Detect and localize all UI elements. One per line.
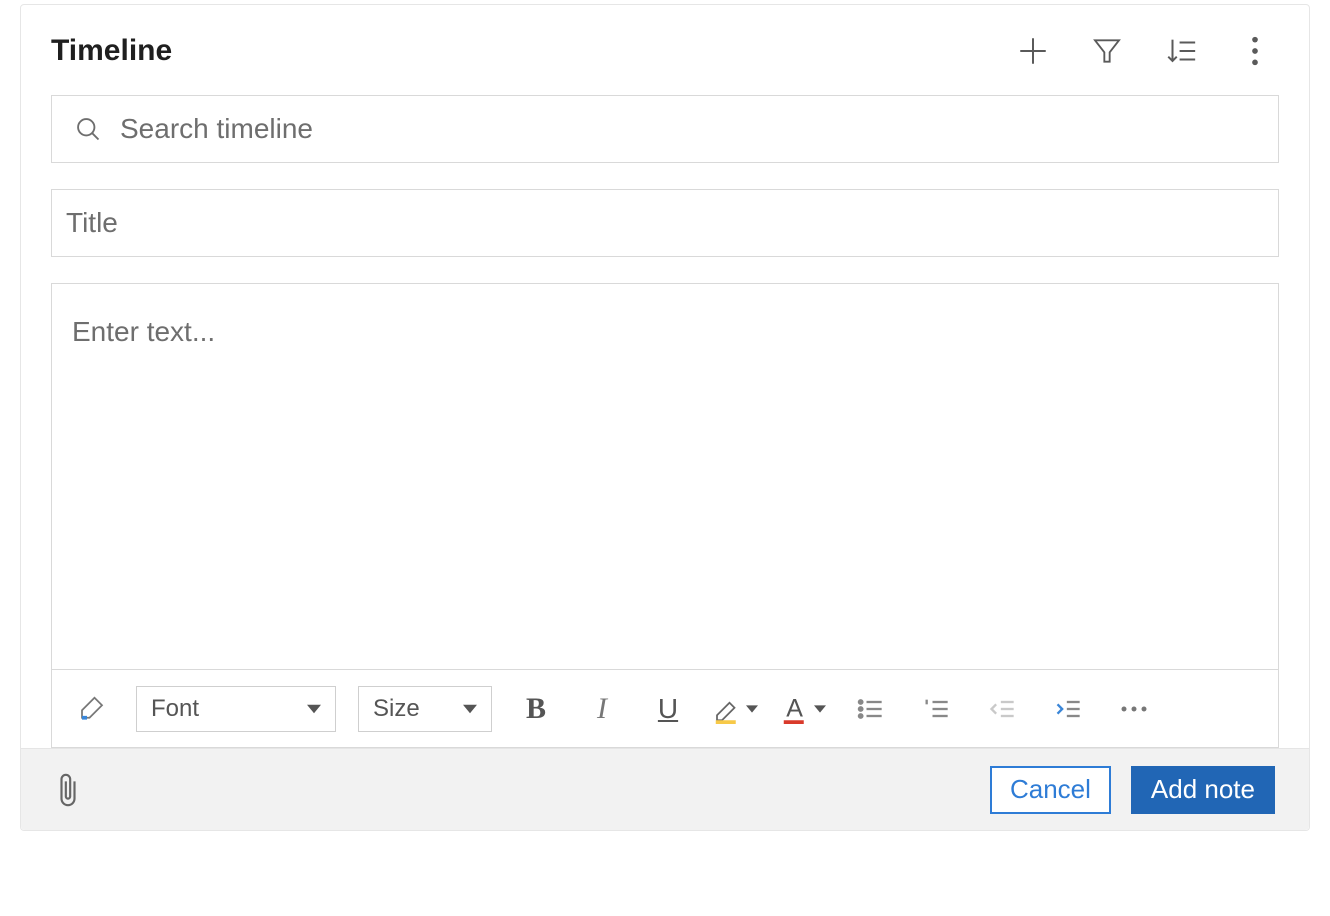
filter-button[interactable] bbox=[1089, 33, 1125, 69]
sort-lines-icon bbox=[1164, 34, 1198, 68]
font-select-label: Font bbox=[151, 695, 199, 723]
panel-header: Timeline bbox=[51, 33, 1279, 69]
note-body-input[interactable] bbox=[52, 284, 1278, 664]
attach-button[interactable] bbox=[55, 770, 81, 810]
caret-down-icon bbox=[307, 702, 321, 716]
font-color-icon: A bbox=[780, 694, 810, 724]
bold-button[interactable]: B bbox=[514, 687, 558, 731]
search-input[interactable] bbox=[120, 113, 1256, 145]
timeline-panel: Timeline bbox=[20, 4, 1310, 831]
svg-text:A: A bbox=[786, 694, 803, 722]
outdent-button[interactable] bbox=[980, 687, 1024, 731]
number-list-button[interactable] bbox=[914, 687, 958, 731]
outdent-icon bbox=[988, 695, 1016, 723]
indent-icon bbox=[1054, 695, 1082, 723]
size-select[interactable]: Size bbox=[358, 686, 492, 732]
bullet-list-icon bbox=[856, 695, 884, 723]
paperclip-icon bbox=[55, 770, 81, 810]
caret-down-icon bbox=[814, 703, 826, 715]
indent-button[interactable] bbox=[1046, 687, 1090, 731]
panel-title: Timeline bbox=[51, 34, 172, 68]
italic-button[interactable]: I bbox=[580, 687, 624, 731]
caret-down-icon bbox=[746, 703, 758, 715]
highlight-button[interactable] bbox=[712, 694, 758, 724]
caret-down-icon bbox=[463, 702, 477, 716]
plus-icon bbox=[1016, 34, 1050, 68]
number-list-icon bbox=[922, 695, 950, 723]
bullet-list-button[interactable] bbox=[848, 687, 892, 731]
underline-button[interactable]: U bbox=[646, 687, 690, 731]
format-painter-button[interactable] bbox=[70, 687, 114, 731]
note-footer: Cancel Add note bbox=[21, 748, 1309, 830]
bold-icon: B bbox=[526, 692, 546, 726]
sort-button[interactable] bbox=[1163, 33, 1199, 69]
search-icon bbox=[74, 115, 102, 143]
size-select-label: Size bbox=[373, 695, 420, 723]
header-actions bbox=[1015, 33, 1279, 69]
font-select[interactable]: Font bbox=[136, 686, 336, 732]
note-title-box[interactable] bbox=[51, 189, 1279, 257]
more-horizontal-icon bbox=[1119, 704, 1149, 714]
add-button[interactable] bbox=[1015, 33, 1051, 69]
format-toolbar: Font Size B I U bbox=[52, 669, 1278, 747]
add-note-button[interactable]: Add note bbox=[1131, 766, 1275, 814]
highlight-icon bbox=[712, 694, 742, 724]
note-editor: Font Size B I U bbox=[51, 283, 1279, 748]
more-vertical-icon bbox=[1250, 34, 1260, 68]
format-painter-icon bbox=[77, 694, 107, 724]
funnel-icon bbox=[1091, 35, 1123, 67]
more-actions-button[interactable] bbox=[1237, 33, 1273, 69]
underline-icon: U bbox=[658, 693, 678, 725]
note-title-input[interactable] bbox=[66, 207, 1264, 239]
toolbar-overflow-button[interactable] bbox=[1112, 687, 1156, 731]
italic-icon: I bbox=[597, 692, 607, 726]
font-color-button[interactable]: A bbox=[780, 694, 826, 724]
cancel-button[interactable]: Cancel bbox=[990, 766, 1111, 814]
search-timeline-box[interactable] bbox=[51, 95, 1279, 163]
